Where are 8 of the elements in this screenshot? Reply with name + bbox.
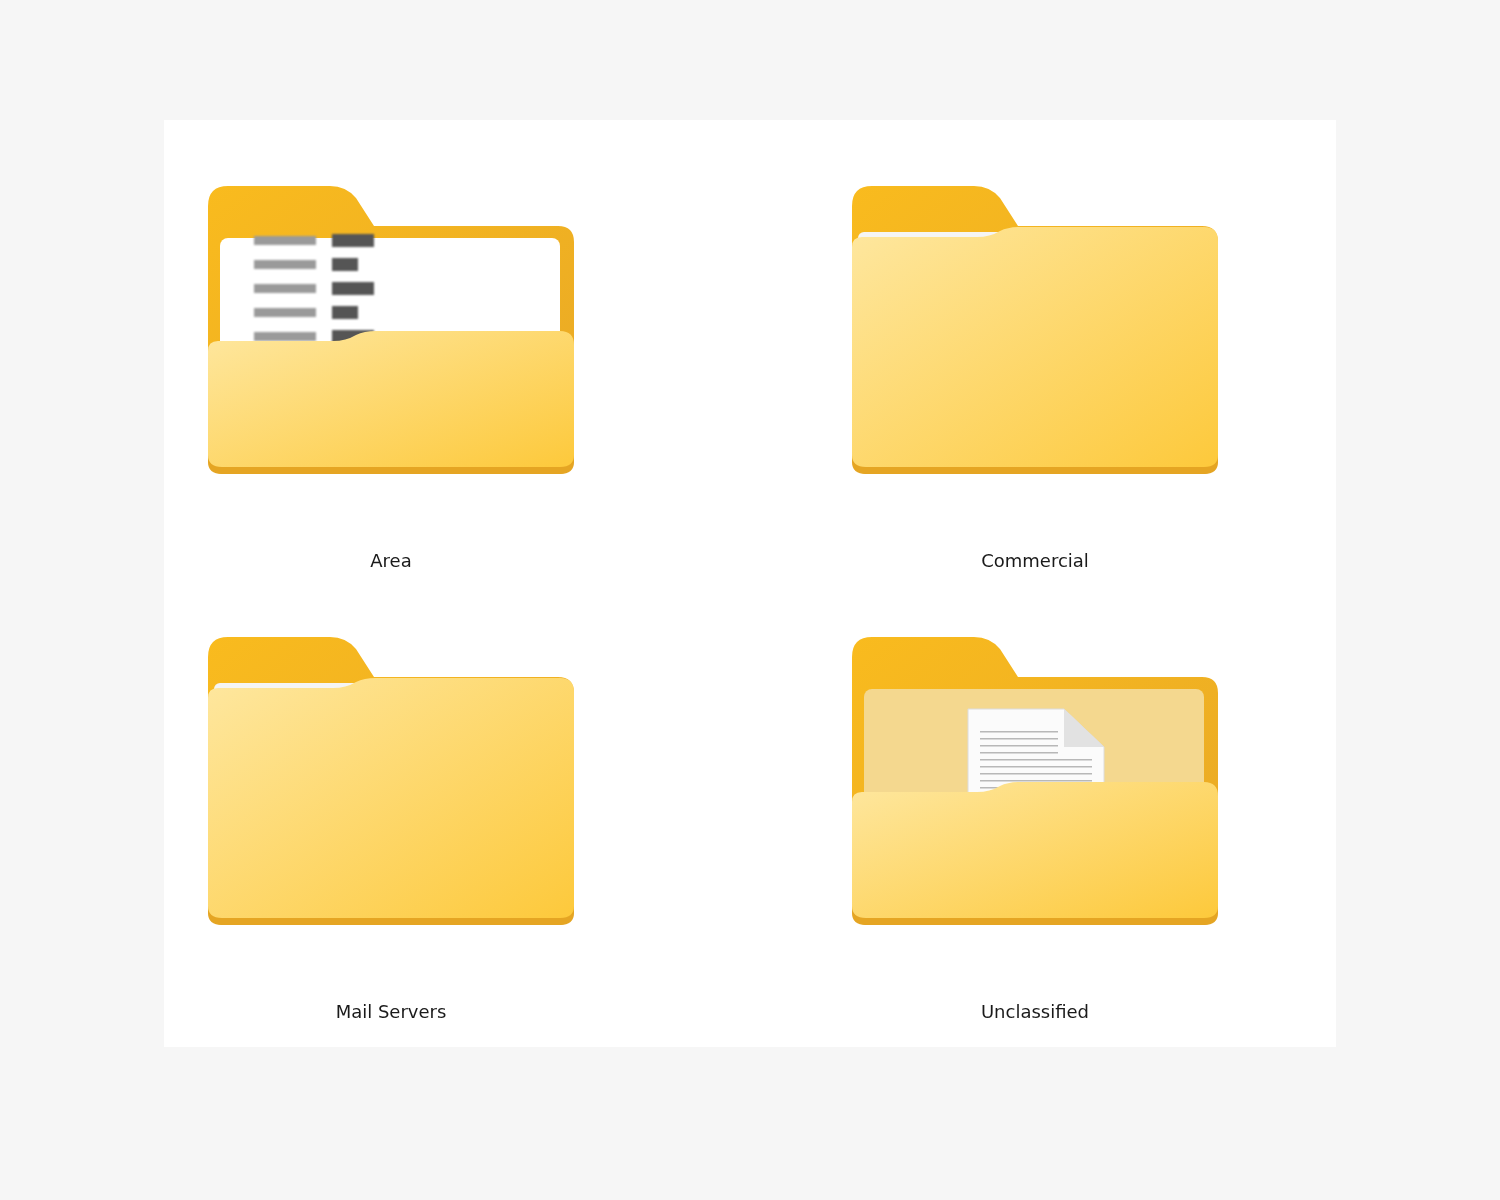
folder-icon[interactable] bbox=[852, 637, 1218, 927]
folder-icon[interactable] bbox=[208, 186, 574, 476]
folder-name[interactable]: Mail Servers bbox=[335, 1000, 447, 1024]
folder-name[interactable]: Unclassified bbox=[980, 1000, 1090, 1024]
folder-icon[interactable] bbox=[852, 186, 1218, 476]
folder-icon[interactable] bbox=[208, 637, 574, 927]
folder-name[interactable]: Commercial bbox=[981, 549, 1089, 573]
folder-name[interactable]: Area bbox=[370, 549, 412, 573]
